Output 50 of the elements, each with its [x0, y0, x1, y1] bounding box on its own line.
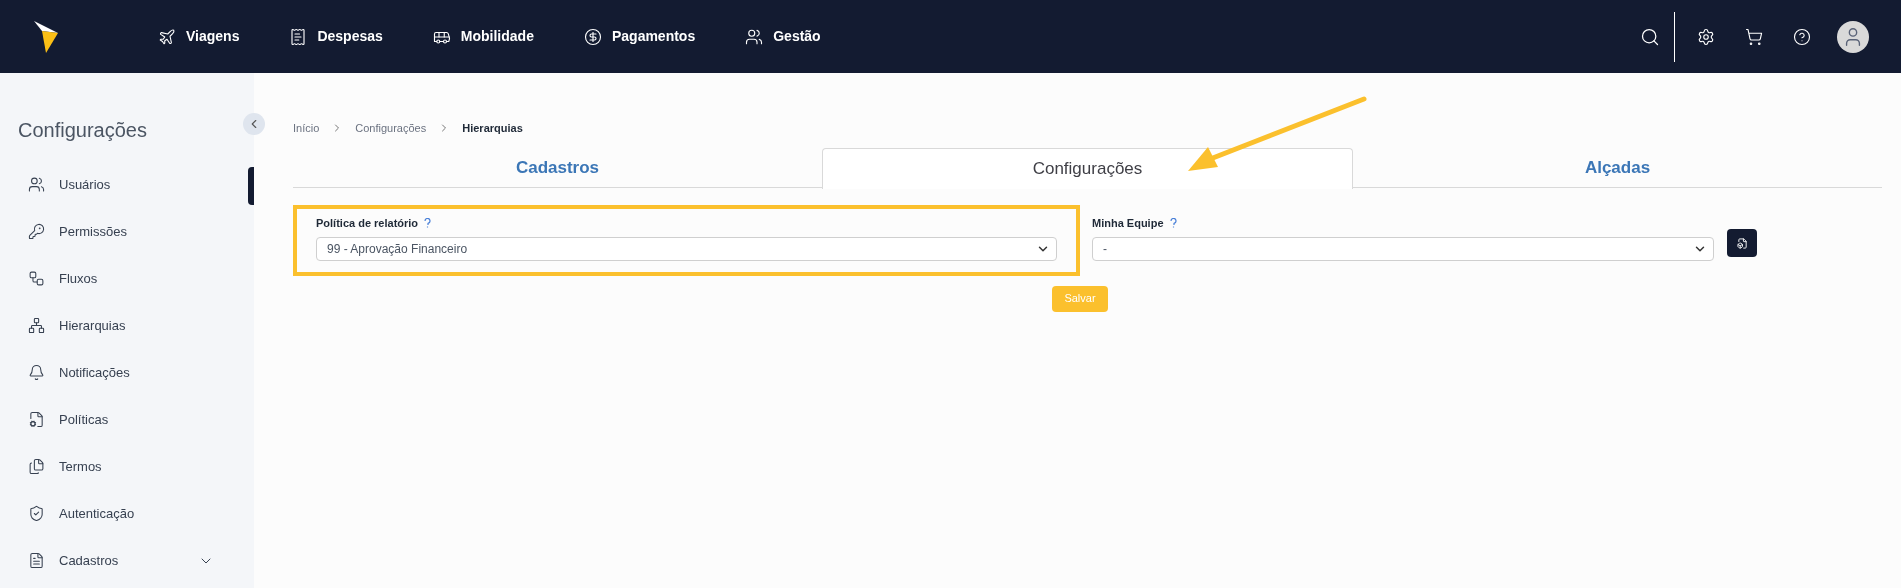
tab[interactable]: Alçadas	[1353, 148, 1882, 187]
document-gear-icon	[28, 411, 45, 428]
field-label: Minha Equipe	[1092, 216, 1164, 231]
sidebar-title: Configurações	[17, 118, 148, 141]
receipt-icon	[289, 27, 308, 46]
search-icon[interactable]	[1640, 26, 1660, 47]
logo-icon[interactable]	[32, 18, 60, 55]
avatar[interactable]	[1837, 20, 1869, 53]
sidebar-item[interactable]: Usuários	[0, 161, 214, 208]
shield-check-icon	[28, 505, 45, 522]
bell-icon	[28, 364, 45, 381]
nav-link[interactable]: Pagamentos	[583, 26, 696, 47]
help-icon[interactable]	[1793, 27, 1811, 46]
sidebar-item[interactable]: Termos	[0, 443, 214, 490]
sidebar-item[interactable]: Hierarquias	[0, 302, 214, 349]
document-icon	[28, 552, 45, 569]
nav-link[interactable]: Viagens	[158, 26, 240, 47]
settings-icon[interactable]	[1697, 27, 1715, 46]
cart-icon[interactable]	[1745, 27, 1763, 46]
document-button[interactable]	[1727, 229, 1757, 257]
sidebar-item[interactable]: Políticas	[0, 396, 214, 443]
tab[interactable]: Cadastros	[293, 148, 822, 187]
nav-link[interactable]: Mobilidade	[432, 26, 534, 47]
hierarchy-icon	[28, 317, 45, 334]
help-icon	[424, 218, 432, 229]
sidebar-item[interactable]: Cadastros	[0, 537, 214, 584]
select-field[interactable]: 99 - Aprovação Financeiro	[316, 236, 1057, 261]
tab[interactable]: Configurações	[822, 148, 1353, 189]
flow-icon	[28, 270, 45, 287]
breadcrumb-link[interactable]: Configurações	[355, 119, 427, 137]
help-icon	[1169, 218, 1177, 229]
plane-icon	[158, 27, 176, 46]
sidebar-item[interactable]: Permissões	[0, 208, 214, 255]
breadcrumb-link[interactable]: Início	[293, 119, 320, 137]
select-field[interactable]: -	[1092, 236, 1714, 261]
nav-link[interactable]: Gestão	[745, 26, 821, 47]
sidebar-item[interactable]: Notificações	[0, 349, 214, 396]
field-label: Política de relatório	[316, 216, 419, 231]
users-icon	[28, 176, 45, 193]
dollar-icon	[583, 27, 602, 46]
documents-icon	[28, 458, 45, 475]
collapse-button[interactable]	[243, 113, 265, 135]
key-icon	[28, 223, 45, 240]
scrollbar-thumb	[248, 167, 254, 205]
current-page-label: Hierarquias	[462, 120, 523, 136]
sidebar-item[interactable]: Autenticação	[0, 490, 214, 537]
sidebar-item[interactable]: Fluxos	[0, 255, 214, 302]
nav-link[interactable]: Despesas	[289, 26, 383, 47]
document-icon	[1736, 237, 1748, 249]
users-icon	[745, 27, 764, 46]
